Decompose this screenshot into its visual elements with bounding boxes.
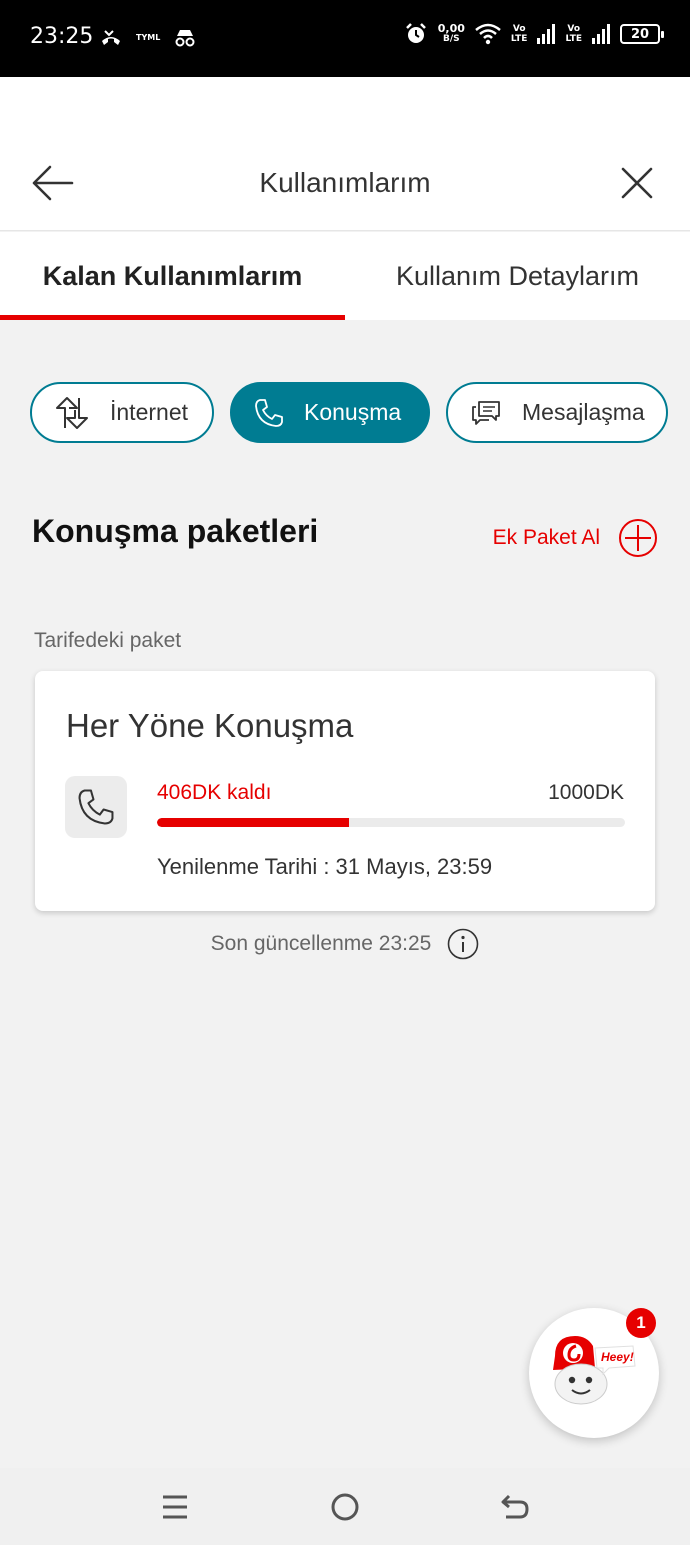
usage-progress-bar [157,818,625,827]
signal-icon-1 [537,24,556,44]
last-update-text: Son güncellenme 23:25 [210,932,432,955]
phone-icon [78,789,114,825]
back-arrow-icon [501,1494,529,1518]
chip-mesajlasma[interactable]: Mesajlaşma [446,382,668,443]
system-back-button[interactable] [485,1477,545,1537]
page-title: Kullanımlarım [259,167,431,198]
add-package-button[interactable]: Ek Paket Al [493,518,658,558]
package-name: Her Yöne Konuşma [66,707,354,744]
menu-icon [163,1495,187,1518]
phone-icon [255,398,283,427]
chip-label: Mesajlaşma [522,399,645,425]
plus-circle-icon [619,519,657,557]
system-nav-bar [0,1468,690,1545]
lte-label-1: LTE [510,34,528,44]
volte-2: Vo LTE [565,24,582,44]
close-icon [621,167,653,199]
vo-label-2: Vo [567,24,581,34]
remaining-minutes: 406DK kaldı [157,781,272,804]
section-title: Konuşma paketleri [32,513,319,549]
tab-bar: Kalan Kullanımlarım Kullanım Detaylarım [0,232,690,320]
chip-label: İnternet [110,399,188,425]
app-header: Kullanımlarım [0,77,690,231]
notification-badge: 1 [626,1308,656,1338]
status-bar: 23:25 TYML 0,00 B/S Vo LTE Vo LTE 20 [0,0,690,77]
renewal-date: Yenilenme Tarihi : 31 Mayıs, 23:59 [157,854,493,879]
recent-apps-button[interactable] [145,1477,205,1537]
close-button[interactable] [620,166,654,200]
assistant-fab[interactable]: Heey! 1 [529,1308,659,1438]
add-package-label: Ek Paket Al [492,526,600,549]
status-time: 23:25 [30,24,94,49]
home-button[interactable] [315,1477,375,1537]
lte-label-2: LTE [565,34,582,44]
signal-icon-2 [592,24,610,44]
tab-label: Kalan Kullanımlarım [42,260,303,291]
tab-remaining-usage[interactable]: Kalan Kullanımlarım [0,232,345,320]
battery-icon: 20 [620,24,664,44]
speed-unit: B/S [443,34,460,44]
home-circle-icon [331,1493,359,1520]
network-speed: 0,00 B/S [437,22,465,44]
package-icon-box [65,776,127,838]
tyml-label: TYML [136,33,161,42]
missed-call-icon [102,30,120,45]
assistant-bubble-text: Heey! [601,1350,634,1364]
data-arrows-icon [56,396,88,429]
last-update-row: Son güncellenme 23:25 [0,928,690,960]
chat-icon [472,400,500,425]
category-chips: İnternet Konuşma Mesajlaşma [30,382,668,443]
tariff-package-label: Tarifedeki paket [34,629,182,652]
chip-label: Konuşma [304,399,402,425]
chip-internet[interactable]: İnternet [30,382,214,443]
status-right-icons: 0,00 B/S Vo LTE Vo LTE 20 [404,22,664,46]
tab-label: Kullanım Detaylarım [395,260,640,291]
tab-usage-details[interactable]: Kullanım Detaylarım [345,232,690,320]
speed-value: 0,00 [437,22,465,35]
incognito-icon [175,30,195,47]
battery-level: 20 [630,26,650,42]
alarm-icon [405,23,426,43]
wifi-icon [475,23,501,45]
package-card[interactable]: Her Yöne Konuşma 406DK kaldı 1000DK Yeni… [35,671,655,911]
usage-progress-fill [157,818,349,827]
volte-1: Vo LTE [511,24,528,44]
info-icon[interactable] [447,928,479,960]
status-left-icons: TYML [100,28,196,48]
chip-konusma[interactable]: Konuşma [230,382,430,443]
vo-label-1: Vo [512,24,526,34]
total-minutes: 1000DK [548,781,624,804]
